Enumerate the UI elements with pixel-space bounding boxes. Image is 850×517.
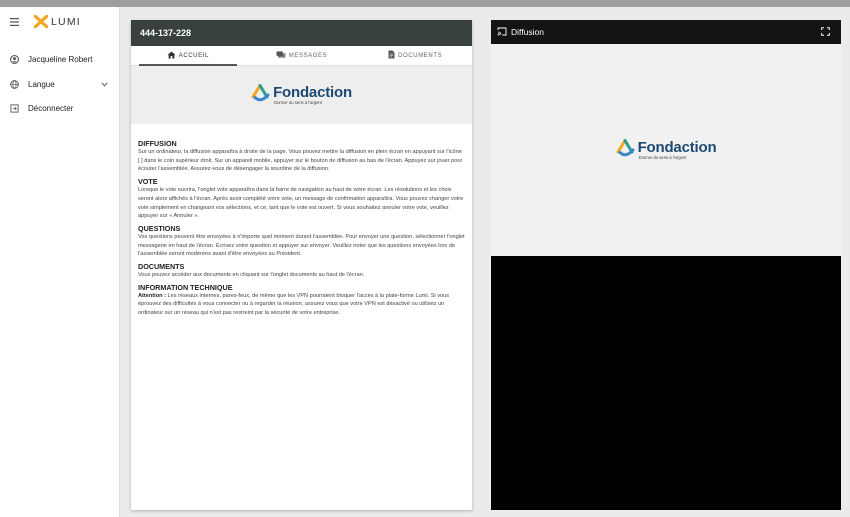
sidebar-header: LUMI: [0, 13, 120, 31]
diffusion-panel: Diffusion Fondaction Donner du sens à l'…: [491, 20, 841, 510]
section-title-technique: INFORMATION TECHNIQUE: [138, 282, 233, 292]
section-body-vote: Lorsque le vote ouvrira, l'onglet vote a…: [138, 187, 464, 220]
section-body-diffusion: Sur un ordinateur, la diffusion apparaît…: [138, 149, 463, 173]
tab-label: DOCUMENTS: [398, 52, 443, 59]
section-title-diffusion: DIFFUSION: [138, 139, 177, 148]
section-body-technique: Attention : Les réseaux internes, pares-…: [138, 292, 465, 318]
app-frame: LUMI Jacqueline Robert Langue Déconnecte…: [0, 7, 850, 517]
fondaction-banner: Fondaction Donner du sens à l'argent: [131, 66, 472, 124]
meeting-id: 444-137-228: [131, 20, 472, 46]
technique-text: Les réseaux internes, pares-feux, de mêm…: [138, 292, 450, 317]
sidebar-item-logout[interactable]: Déconnecter: [0, 99, 120, 117]
globe-icon: [0, 79, 28, 89]
logo-tagline: Donner du sens à l'argent: [638, 155, 687, 160]
section-body-documents: Vous pouvez accéder aux documents en cli…: [138, 272, 365, 279]
tab-label: ACCUEIL: [178, 52, 209, 59]
user-name: Jacqueline Robert: [28, 54, 93, 64]
info-card: 444-137-228 ACCUEIL MESSAGES DOCUMENTS F…: [131, 20, 472, 510]
brand-name: LUMI: [51, 16, 81, 28]
fondaction-logo-icon: [616, 138, 636, 162]
tab-label: MESSAGES: [288, 52, 328, 59]
diffusion-header: Diffusion: [491, 20, 841, 44]
language-label: Langue: [28, 79, 55, 89]
home-icon: [167, 50, 179, 61]
sidebar-item-language[interactable]: Langue: [0, 75, 120, 93]
account-icon: [0, 54, 28, 64]
section-title-vote: VOTE: [138, 177, 158, 187]
sidebar-item-account[interactable]: Jacqueline Robert: [0, 50, 120, 68]
fullscreen-icon[interactable]: [821, 27, 834, 38]
menu-icon[interactable]: [0, 18, 28, 26]
tab-documents[interactable]: DOCUMENTS: [358, 46, 472, 65]
tab-bar: ACCUEIL MESSAGES DOCUMENTS: [131, 46, 472, 66]
section-title-documents: DOCUMENTS: [138, 262, 185, 272]
logout-label: Déconnecter: [28, 103, 74, 113]
diffusion-title: Diffusion: [511, 27, 544, 37]
video-player[interactable]: Fondaction Donner du sens à l'argent: [491, 44, 841, 256]
chevron-down-icon: [101, 80, 108, 89]
logout-icon: [0, 103, 28, 113]
fondaction-logo: Fondaction Donner du sens à l'argent: [251, 83, 352, 107]
fondaction-logo-icon: [251, 83, 271, 107]
messages-icon: [276, 50, 289, 61]
section-title-questions: QUESTIONS: [138, 223, 181, 233]
logo-name: Fondaction: [637, 139, 717, 156]
instructions: DIFFUSION Sur un ordinateur, la diffusio…: [131, 124, 472, 318]
section-body-questions: Vos questions peuvent être envoyées à n'…: [138, 233, 465, 258]
logo-name: Fondaction: [273, 84, 352, 101]
attention-label: Attention :: [138, 292, 166, 299]
document-icon: [388, 50, 398, 61]
tab-accueil[interactable]: ACCUEIL: [131, 46, 245, 66]
cast-icon: [497, 27, 511, 38]
lumi-logo-icon: [33, 13, 49, 30]
logo-tagline: Donner du sens à l'argent: [274, 100, 322, 105]
video-fondaction-logo: Fondaction Donner du sens à l'argent: [616, 138, 717, 162]
tab-messages[interactable]: MESSAGES: [245, 46, 359, 65]
sidebar: LUMI Jacqueline Robert Langue Déconnecte…: [0, 7, 120, 517]
